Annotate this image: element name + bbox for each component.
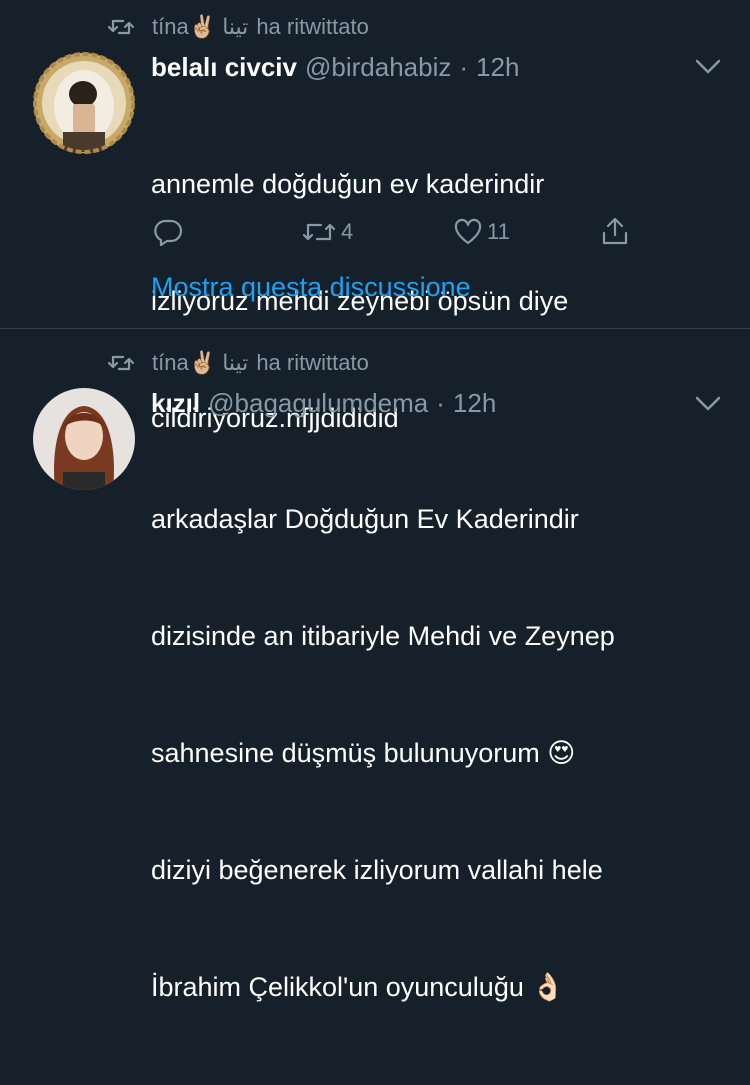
avatar[interactable] (33, 52, 135, 154)
retweet-icon (108, 355, 134, 371)
tweet-text: arkadaşlar Doğduğun Ev Kaderindir dizisi… (151, 422, 615, 1085)
retweet-button[interactable]: 4 (301, 217, 353, 247)
divider (0, 328, 750, 329)
share-icon (602, 217, 628, 245)
like-button[interactable]: 11 (453, 217, 510, 247)
retweet-suffix: ha ritwittato (256, 14, 369, 39)
author-name[interactable]: belalı civciv (151, 52, 297, 83)
tweet-line: sahnesine düşmüş bulunuyorum 😍 (151, 738, 576, 768)
heart-icon (454, 218, 482, 245)
retweet-indicator: tína✌🏼 تينا ha ritwittato (108, 350, 369, 376)
retweet-count: 4 (341, 219, 354, 244)
retweet-icon (108, 19, 134, 35)
author-handle[interactable]: @birdahabiz (305, 52, 451, 83)
separator-dot: · (459, 52, 469, 82)
tweet-header: belalı civciv @birdahabiz · 12h (151, 52, 519, 83)
share-button[interactable] (599, 215, 631, 247)
retweet-suffix: ha ritwittato (256, 350, 369, 375)
chevron-down-icon[interactable] (694, 395, 722, 413)
tweet-line: arkadaşlar Doğduğun Ev Kaderindir (151, 504, 579, 534)
tweet-header: kızıl @bagagulumdema · 12h (151, 388, 496, 419)
avatar[interactable] (33, 388, 135, 490)
show-thread-link[interactable]: Mostra questa discussione (151, 272, 471, 303)
timestamp[interactable]: 12h (476, 52, 519, 83)
tweet-line: annemle doğduğun ev kaderindir (151, 169, 545, 199)
chevron-down-icon[interactable] (694, 58, 722, 76)
author-name[interactable]: kızıl (151, 388, 200, 419)
retweeter-name[interactable]: tína✌🏼 تينا (152, 350, 248, 376)
reply-button[interactable] (153, 217, 183, 247)
reply-icon (154, 219, 183, 247)
like-count: 11 (487, 219, 510, 244)
separator-dot: · (436, 388, 445, 418)
retweeter-name[interactable]: tína✌🏼 تينا (152, 14, 248, 40)
tweet-line: İbrahim Çelikkol'un oyunculuğu 👌🏻 (151, 972, 565, 1002)
tweet-actions: 4 11 (151, 213, 651, 253)
timestamp[interactable]: 12h (453, 388, 496, 419)
tweet-line: diziyi beğenerek izliyorum vallahi hele (151, 855, 603, 885)
author-handle[interactable]: @bagagulumdema (208, 388, 428, 419)
retweet-indicator: tína✌🏼 تينا ha ritwittato (108, 14, 369, 40)
retweet-icon (302, 223, 336, 241)
